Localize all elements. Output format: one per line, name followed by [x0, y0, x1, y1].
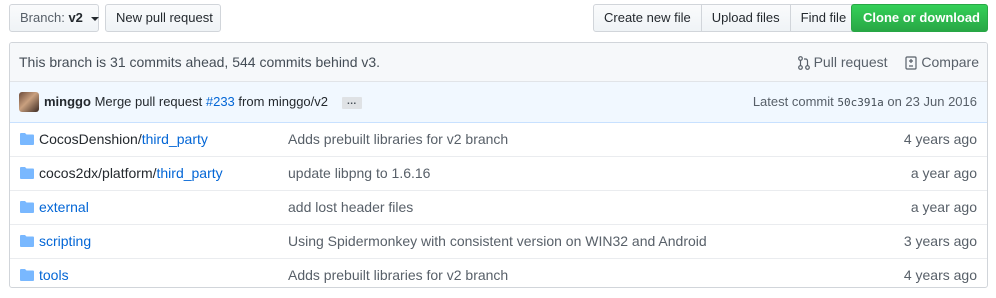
file-name-link[interactable]: third_party [157, 165, 223, 181]
commit-author[interactable]: minggo [44, 94, 91, 109]
new-pull-request-button[interactable]: New pull request [105, 4, 221, 32]
avatar[interactable] [19, 92, 39, 112]
expand-message-button[interactable]: … [341, 96, 362, 109]
pull-request-link[interactable]: Pull request [797, 54, 892, 71]
commit-title-post[interactable]: from minggo/v2 [238, 94, 328, 109]
file-dir-prefix[interactable]: CocosDenshion/ [39, 131, 142, 147]
branch-name: v2 [68, 10, 83, 25]
file-actions-group: Create new file Upload files Find file [593, 4, 858, 32]
file-name[interactable]: external [39, 191, 89, 224]
file-row: CocosDenshion/third_party Adds prebuilt … [10, 123, 987, 156]
file-name-link[interactable]: external [39, 199, 89, 215]
file-age: a year ago [910, 165, 977, 181]
repo-file-panel: This branch is 31 commits ahead, 544 com… [9, 42, 988, 288]
file-name-link[interactable]: tools [39, 267, 69, 283]
clone-label: Clone or download [863, 10, 980, 25]
commit-message: minggo Merge pull request #233 from ming… [44, 82, 362, 122]
branch-status-bar: This branch is 31 commits ahead, 544 com… [10, 43, 987, 82]
branch-prefix: Branch: [20, 10, 65, 25]
latest-commit-label: Latest commit [752, 94, 834, 109]
file-commit-message[interactable]: Adds prebuilt libraries for v2 branch [288, 259, 508, 287]
pr-link[interactable]: #233 [206, 94, 235, 109]
pull-request-icon [797, 56, 810, 71]
file-commit-message[interactable]: Adds prebuilt libraries for v2 branch [288, 123, 508, 156]
file-commit-message[interactable]: update libpng to 1.6.16 [288, 157, 430, 190]
upload-files-button[interactable]: Upload files [701, 4, 791, 32]
clone-or-download-button[interactable]: Clone or download [851, 4, 996, 32]
file-commit-message[interactable]: add lost header files [288, 191, 413, 224]
compare-link[interactable]: Compare [905, 54, 979, 70]
folder-icon [20, 201, 34, 213]
caret-down-icon [90, 16, 99, 21]
file-name[interactable]: CocosDenshion/third_party [39, 123, 208, 156]
file-row: tools Adds prebuilt libraries for v2 bra… [10, 258, 987, 287]
file-row: scripting Using Spidermonkey with consis… [10, 224, 987, 258]
file-name[interactable]: cocos2dx/platform/third_party [39, 157, 223, 190]
branch-status-text: This branch is 31 commits ahead, 544 com… [19, 54, 381, 70]
create-new-file-button[interactable]: Create new file [593, 4, 702, 32]
commit-sha-link[interactable]: 50c391a [837, 96, 883, 109]
caret-down-icon [987, 16, 996, 21]
folder-icon [20, 235, 34, 247]
commit-title-pre[interactable]: Merge pull request [95, 94, 203, 109]
folder-icon [20, 167, 34, 179]
branch-select-button[interactable]: Branch: v2 [9, 4, 99, 32]
file-row: external add lost header files a year ag… [10, 190, 987, 224]
folder-icon [20, 133, 34, 145]
file-age: 4 years ago [903, 267, 977, 283]
file-dir-prefix[interactable]: cocos2dx/platform/ [39, 165, 157, 181]
file-age: 4 years ago [903, 131, 977, 147]
file-age: 3 years ago [903, 233, 977, 249]
file-row: cocos2dx/platform/third_party update lib… [10, 156, 987, 190]
pull-request-label: Pull request [813, 54, 888, 70]
file-navigation: Branch: v2 New pull request Create new f… [0, 0, 996, 36]
file-name[interactable]: tools [39, 259, 69, 287]
file-list: CocosDenshion/third_party Adds prebuilt … [10, 123, 987, 287]
file-commit-message[interactable]: Using Spidermonkey with consistent versi… [288, 225, 707, 258]
compare-label: Compare [921, 54, 979, 70]
compare-icon [905, 56, 918, 70]
file-name[interactable]: scripting [39, 225, 91, 258]
folder-icon [20, 269, 34, 281]
file-name-link[interactable]: scripting [39, 233, 91, 249]
latest-commit-info: Latest commit 50c391a on 23 Jun 2016 [753, 82, 977, 123]
branch-actions: Pull request Compare [784, 43, 979, 81]
file-name-link[interactable]: third_party [142, 131, 208, 147]
file-age: a year ago [910, 199, 977, 215]
latest-commit-bar: minggo Merge pull request #233 from ming… [10, 82, 987, 123]
commit-date: on 23 Jun 2016 [887, 94, 977, 109]
find-file-button[interactable]: Find file [790, 4, 858, 32]
